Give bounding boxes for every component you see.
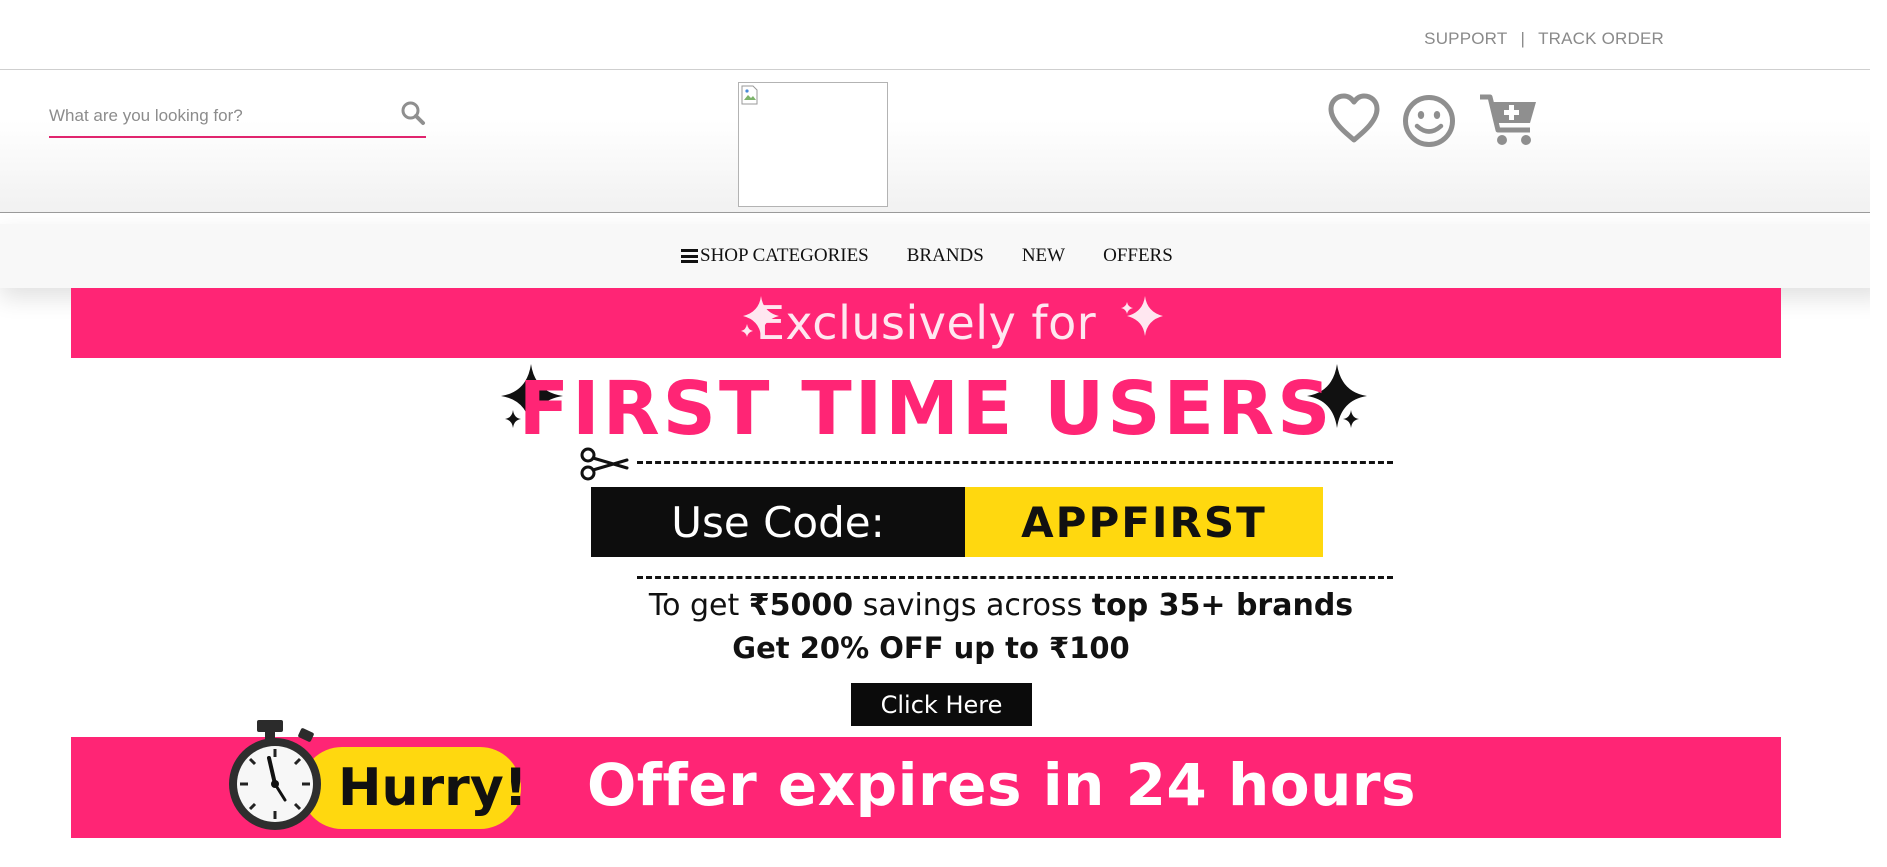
smiley-icon[interactable]: [1402, 94, 1456, 148]
page-scrollbar[interactable]: [1870, 0, 1887, 867]
nav-item-new[interactable]: NEW: [1022, 245, 1065, 267]
dashed-cut-line: [637, 576, 1393, 579]
nav-item-label: OFFERS: [1103, 245, 1173, 266]
search-box: [49, 88, 426, 138]
links-separator: |: [1520, 29, 1526, 48]
click-here-button[interactable]: Click Here: [851, 683, 1032, 726]
savings-amount: ₹5000: [748, 588, 854, 623]
savings-prefix: To get: [648, 588, 740, 623]
banner-headline: FIRST TIME USERS: [518, 366, 1334, 452]
savings-suffix: top 35+ brands: [1091, 588, 1354, 623]
nav-item-brands[interactable]: BRANDS: [907, 245, 984, 267]
search-input[interactable]: [49, 106, 369, 126]
nav-item-offers[interactable]: OFFERS: [1103, 245, 1173, 267]
search-icon[interactable]: [400, 100, 426, 126]
savings-middle: savings across: [862, 588, 1083, 623]
top-utility-bar: SUPPORT | TRACK ORDER: [0, 0, 1887, 70]
dashed-cut-line: [637, 461, 1393, 464]
banner-top-text: Exclusively for: [755, 296, 1097, 350]
header-divider: [0, 212, 1887, 213]
scissors-icon: [580, 447, 629, 481]
offer-expiry-text: Offer expires in 24 hours: [587, 751, 1417, 819]
promo-code-label: Use Code:: [591, 487, 965, 557]
heart-icon[interactable]: [1326, 93, 1382, 145]
site-logo[interactable]: [738, 82, 888, 207]
promo-code-box: Use Code: APPFIRST: [591, 487, 1323, 557]
track-order-link[interactable]: TRACK ORDER: [1538, 29, 1664, 48]
broken-image-icon: [741, 85, 758, 105]
discount-text: Get 20% OFF up to ₹100: [732, 631, 1130, 665]
cart-add-icon[interactable]: [1478, 92, 1540, 148]
first-time-users-banner[interactable]: Exclusively for FIRST TIME USERS Use Cod…: [71, 288, 1781, 838]
support-link[interactable]: SUPPORT: [1424, 29, 1507, 48]
nav-item-label: SHOP CATEGORIES: [700, 245, 869, 266]
hamburger-icon: [681, 249, 698, 263]
promo-code-value[interactable]: APPFIRST: [965, 487, 1323, 557]
stopwatch-icon: [229, 720, 321, 830]
nav-item-label: BRANDS: [906, 245, 984, 266]
nav-item-shop-categories[interactable]: SHOP CATEGORIES: [681, 245, 869, 267]
nav-item-label: NEW: [1021, 245, 1066, 266]
site-header: [0, 71, 1887, 213]
savings-text: To get ₹5000 savings across top 35+ bran…: [71, 588, 1781, 623]
main-nav: SHOP CATEGORIES BRANDS NEW OFFERS: [0, 224, 1887, 288]
nav-items: SHOP CATEGORIES BRANDS NEW OFFERS: [681, 245, 1173, 267]
hurry-text: Hurry!: [338, 758, 528, 818]
top-links: SUPPORT | TRACK ORDER: [1424, 29, 1664, 49]
